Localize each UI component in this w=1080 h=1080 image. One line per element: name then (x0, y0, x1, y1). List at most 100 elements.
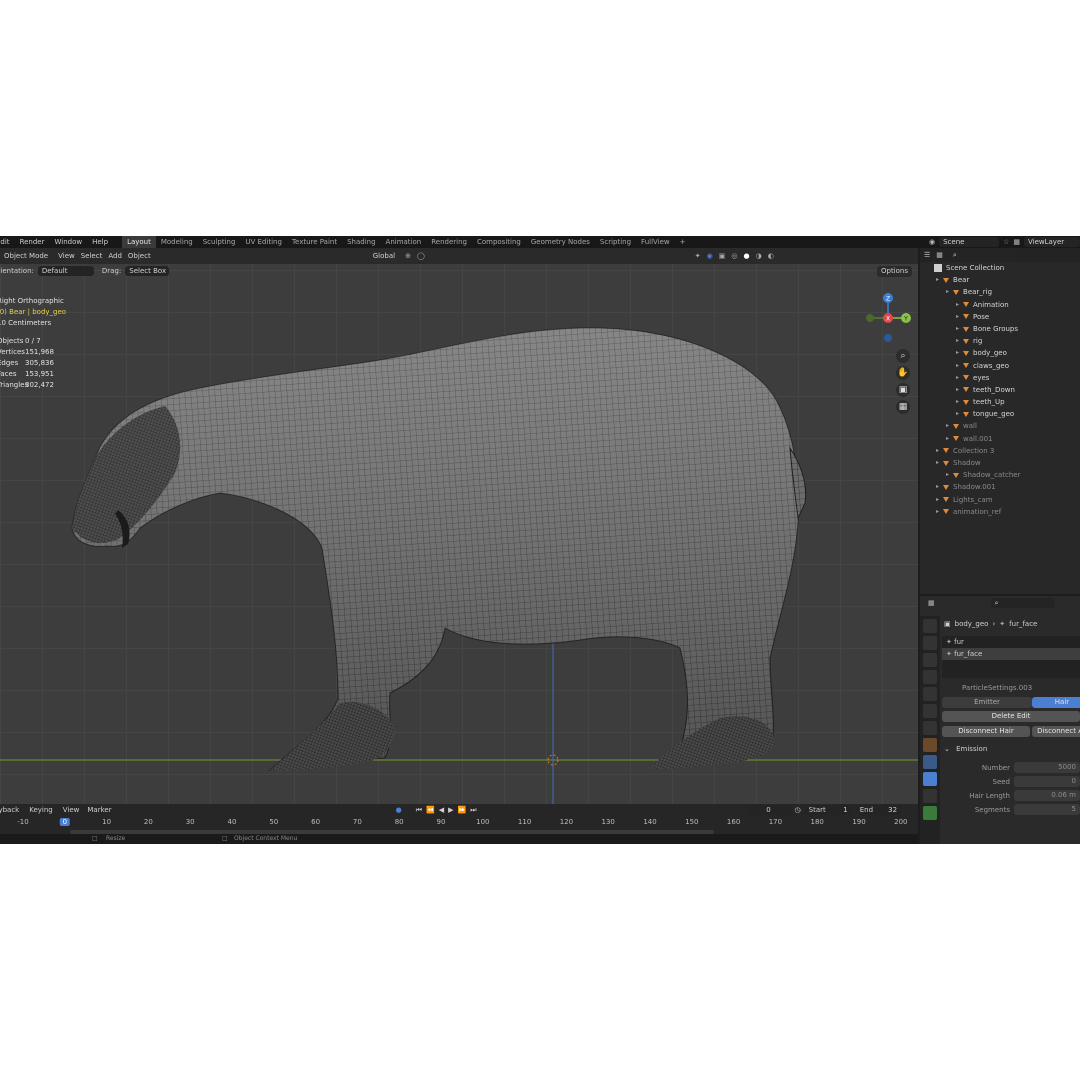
solid-shading-icon[interactable]: ● (744, 252, 750, 260)
editor-type-icon[interactable]: ☰ (924, 251, 930, 259)
pin-icon[interactable]: ☆ (1003, 238, 1009, 246)
data-tab-icon[interactable] (923, 806, 937, 820)
outliner-item[interactable]: ▸ Collection 3 (920, 445, 1080, 457)
number-field[interactable]: 5000 (1014, 762, 1080, 773)
tab-modeling[interactable]: Modeling (156, 236, 198, 248)
options-button[interactable]: Options (876, 266, 912, 277)
scene-collection-row[interactable]: Scene Collection (920, 262, 1080, 274)
menu-playback[interactable]: Playback (0, 806, 19, 814)
segments-field[interactable]: 5 (1014, 804, 1080, 815)
world-tab-icon[interactable] (923, 704, 937, 718)
tab-geometry-nodes[interactable]: Geometry Nodes (526, 236, 595, 248)
outliner-item[interactable]: ▸ Bone Groups (920, 323, 1080, 335)
tab-sculpting[interactable]: Sculpting (198, 236, 241, 248)
tool-tab-icon[interactable] (923, 619, 937, 633)
tab-compositing[interactable]: Compositing (472, 236, 526, 248)
expand-arrow-icon[interactable]: ▸ (956, 408, 959, 420)
drag-dropdown[interactable]: Select Box (125, 266, 170, 276)
menu-object[interactable]: Object (128, 252, 151, 260)
menu-keying[interactable]: Keying (29, 806, 53, 814)
gizmo-toggle-icon[interactable]: ✦ (695, 252, 701, 260)
record-button[interactable]: ● (396, 806, 402, 814)
prev-keyframe-icon[interactable]: ⏪ (426, 806, 435, 814)
outliner-item[interactable]: ▸ teeth_Up (920, 396, 1080, 408)
end-frame-field[interactable]: 32 (877, 805, 902, 815)
editor-type-icon[interactable]: ▦ (928, 599, 935, 607)
tab-layout[interactable]: Layout (122, 236, 156, 248)
expand-arrow-icon[interactable]: ▸ (956, 323, 959, 335)
modifier-tab-icon[interactable] (923, 755, 937, 769)
render-tab-icon[interactable] (923, 636, 937, 650)
play-reverse-icon[interactable]: ◀ (439, 806, 444, 814)
outliner-item[interactable]: ▸ Animation (920, 299, 1080, 311)
outliner-item[interactable]: ▸ animation_ref (920, 506, 1080, 518)
scene-selector[interactable]: Scene (939, 237, 1000, 247)
menu-view[interactable]: View (58, 252, 75, 260)
outliner-item[interactable]: ▸ Shadow (920, 457, 1080, 469)
xray-icon[interactable]: ▣ (719, 252, 726, 260)
expand-arrow-icon[interactable]: ▸ (956, 360, 959, 372)
outliner-item[interactable]: ▸ eyes (920, 372, 1080, 384)
list-item[interactable]: ✦ fur (942, 636, 1080, 648)
menu-help[interactable]: Help (92, 238, 108, 246)
outliner-item[interactable]: ▸ Shadow.001 (920, 481, 1080, 493)
snap-icon[interactable]: ⊕ (405, 252, 411, 260)
menu-render[interactable]: Render (20, 238, 45, 246)
menu-marker[interactable]: Marker (87, 806, 111, 814)
timeline-ruler[interactable]: -10 0 10 20 30 40 50 60 70 80 90 100 110 120 130 140 150… (0, 818, 918, 830)
tab-scripting[interactable]: Scripting (595, 236, 636, 248)
tab-uv-editing[interactable]: UV Editing (240, 236, 287, 248)
object-tab-icon[interactable] (923, 738, 937, 752)
outliner-item[interactable]: ▸ rig (920, 335, 1080, 347)
play-icon[interactable]: ▶ (448, 806, 453, 814)
hair-length-field[interactable]: 0.06 m (1014, 790, 1080, 801)
wireframe-shading-icon[interactable]: ◎ (731, 252, 737, 260)
tab-shading[interactable]: Shading (342, 236, 380, 248)
orientation-dropdown[interactable]: Default (37, 266, 94, 276)
expand-arrow-icon[interactable]: ▸ (956, 396, 959, 408)
display-mode-icon[interactable]: ▦ (936, 251, 943, 259)
clock-icon[interactable]: ◷ (795, 806, 801, 814)
menu-timeline-view[interactable]: View (63, 806, 80, 814)
jump-start-icon[interactable]: ⏮ (416, 806, 422, 815)
expand-arrow-icon[interactable]: ▸ (936, 481, 939, 493)
outliner-item[interactable]: ▸ wall.001 (920, 433, 1080, 445)
expand-arrow-icon[interactable]: ▸ (956, 347, 959, 359)
expand-arrow-icon[interactable]: ▸ (946, 286, 949, 298)
camera-icon[interactable]: ▣ (896, 383, 910, 397)
menu-select[interactable]: Select (81, 252, 103, 260)
outliner-item[interactable]: ▸ Shadow_catcher (920, 469, 1080, 481)
tab-texture-paint[interactable]: Texture Paint (287, 236, 342, 248)
3d-viewport[interactable]: Object Mode View Select Add Object Globa… (0, 248, 918, 804)
tab-rendering[interactable]: Rendering (426, 236, 472, 248)
outliner-item[interactable]: ▸ Pose (920, 311, 1080, 323)
outliner-item[interactable]: ▸ tongue_geo (920, 408, 1080, 420)
outliner-item[interactable]: ▸ Bear (920, 274, 1080, 286)
expand-arrow-icon[interactable]: ▸ (946, 469, 949, 481)
view-layer-selector[interactable]: ViewLayer (1024, 237, 1080, 247)
expand-arrow-icon[interactable]: ▸ (936, 274, 939, 286)
expand-arrow-icon[interactable]: ▸ (936, 494, 939, 506)
proportional-edit-icon[interactable]: ◯ (417, 252, 425, 260)
output-tab-icon[interactable] (923, 653, 937, 667)
hair-tab[interactable]: Hair (1032, 697, 1080, 708)
list-item-selected[interactable]: ✦ fur_face (942, 648, 1080, 660)
material-shading-icon[interactable]: ◑ (756, 252, 762, 260)
particle-systems-list[interactable]: ✦ fur ✦ fur_face (942, 636, 1080, 678)
expand-arrow-icon[interactable]: ▸ (956, 384, 959, 396)
emitter-tab[interactable]: Emitter (942, 697, 1032, 708)
emission-panel-header[interactable]: ⌄ Emission (944, 745, 987, 753)
tab-fullview[interactable]: FullView (636, 236, 675, 248)
particles-tab-icon[interactable] (923, 772, 937, 786)
transform-orientation-dropdown[interactable]: Global (368, 250, 400, 262)
playhead-frame[interactable]: 0 (59, 818, 71, 826)
menu-edit[interactable]: Edit (0, 238, 10, 246)
jump-end-icon[interactable]: ⏭ (470, 806, 476, 815)
menu-add[interactable]: Add (108, 252, 122, 260)
outliner-search-icon[interactable]: ⌕ (948, 250, 1019, 260)
delete-edit-button[interactable]: Delete Edit (942, 711, 1080, 722)
view-layer-tab-icon[interactable] (923, 670, 937, 684)
expand-arrow-icon[interactable]: ▸ (956, 299, 959, 311)
expand-arrow-icon[interactable]: ▸ (956, 311, 959, 323)
scene-tab-icon[interactable] (923, 687, 937, 701)
